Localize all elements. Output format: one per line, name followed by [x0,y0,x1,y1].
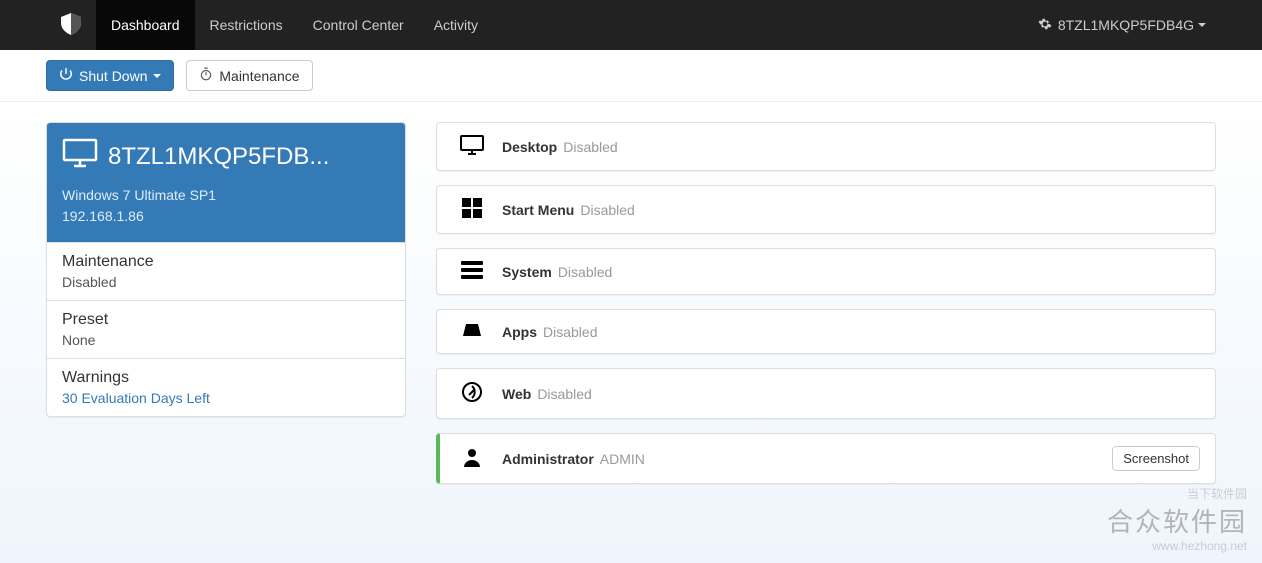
power-icon [59,67,73,84]
action-bar: Shut Down Maintenance [0,50,1262,102]
host-preset-item[interactable]: Preset None [47,300,405,358]
system-icon [461,261,483,282]
host-maintenance-item[interactable]: Maintenance Disabled [47,242,405,300]
category-apps[interactable]: Apps Disabled [436,309,1216,354]
nav-activity[interactable]: Activity [419,0,493,50]
maintenance-button[interactable]: Maintenance [186,60,312,91]
caret-down-icon [1198,23,1206,27]
warnings-link[interactable]: 30 Evaluation Days Left [62,390,390,406]
apps-icon [461,322,483,341]
gear-icon [1038,17,1052,34]
navbar: Dashboard Restrictions Control Center Ac… [0,0,1262,50]
shutdown-button[interactable]: Shut Down [46,60,174,91]
nav-control-center[interactable]: Control Center [298,0,419,50]
category-web[interactable]: Web Disabled [436,368,1216,419]
screenshot-button[interactable]: Screenshot [1112,446,1200,471]
user-row[interactable]: Administrator ADMIN Screenshot [436,433,1216,484]
desktop-icon [460,135,484,158]
host-title: 8TZL1MKQP5FDB... [108,143,329,171]
shield-icon [61,13,81,38]
host-card: 8TZL1MKQP5FDB... Windows 7 Ultimate SP1 … [46,122,406,417]
category-desktop[interactable]: Desktop Disabled [436,122,1216,171]
category-start-menu[interactable]: Start Menu Disabled [436,185,1216,234]
brand-logo[interactable] [46,0,96,50]
web-icon [461,381,483,406]
stopwatch-icon [199,67,213,84]
host-card-header: 8TZL1MKQP5FDB... Windows 7 Ultimate SP1 … [47,123,405,242]
start-menu-icon [462,198,482,221]
monitor-icon [62,138,98,175]
category-system[interactable]: System Disabled [436,248,1216,295]
caret-down-icon [153,74,161,78]
nav-dashboard[interactable]: Dashboard [96,0,195,50]
nav-host-label: 8TZL1MKQP5FDB4G [1058,17,1194,33]
host-os: Windows 7 Ultimate SP1 [62,185,390,206]
nav-host-dropdown[interactable]: 8TZL1MKQP5FDB4G [1028,0,1216,50]
user-icon [462,447,482,470]
nav-restrictions[interactable]: Restrictions [195,0,298,50]
host-warnings-item[interactable]: Warnings 30 Evaluation Days Left [47,358,405,416]
host-ip: 192.168.1.86 [62,206,390,227]
